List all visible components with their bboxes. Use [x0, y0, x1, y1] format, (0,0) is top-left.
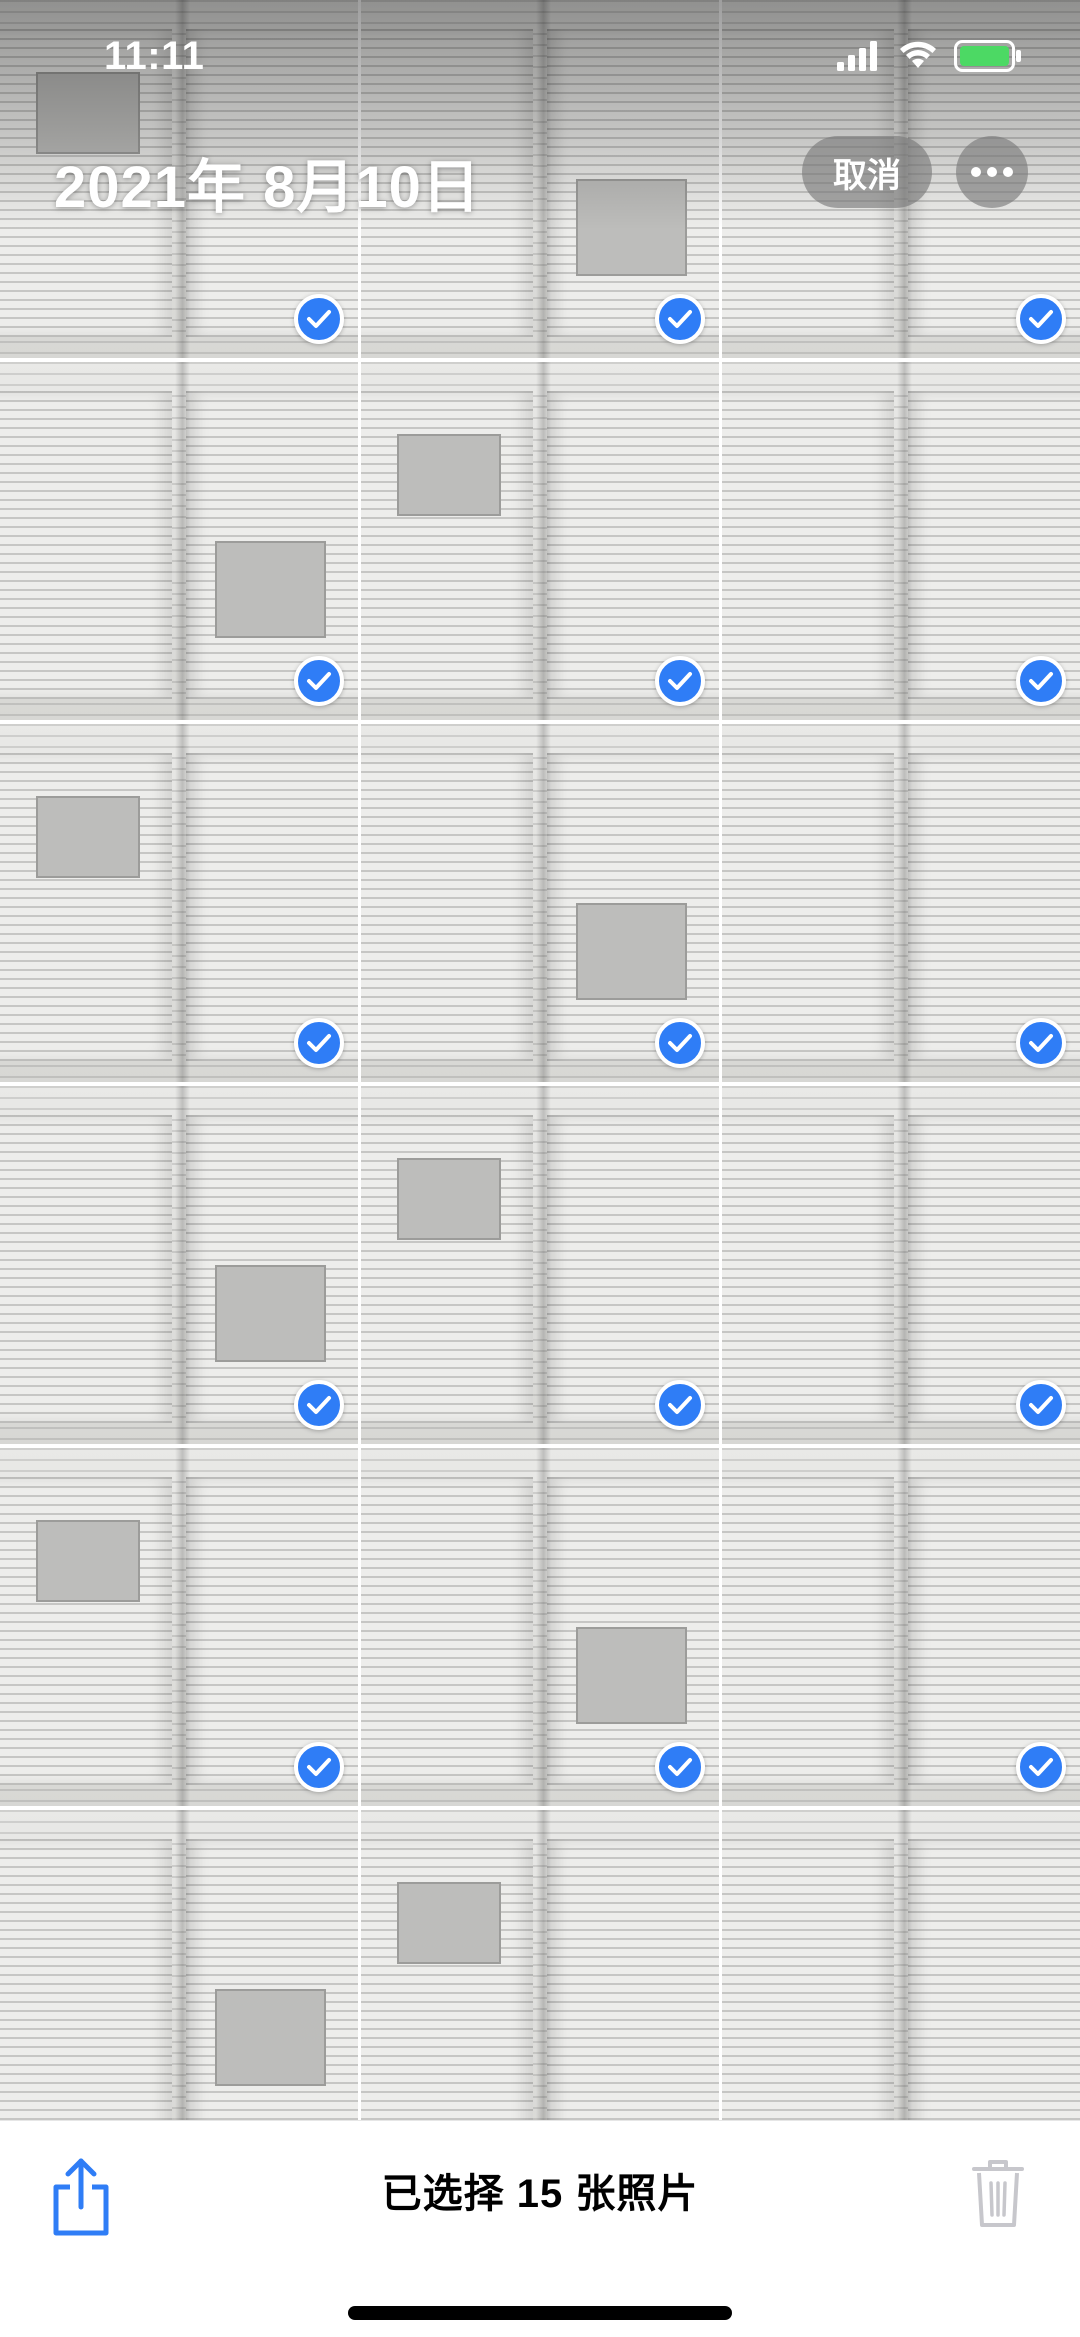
checkmark-icon: [655, 656, 705, 706]
photo-book-page-left: [722, 1838, 894, 2120]
photo-figure: [575, 179, 688, 277]
photo-thumbnail[interactable]: [722, 362, 1080, 720]
photo-book-page-right: [908, 1114, 1080, 1423]
photo-thumbnail[interactable]: [0, 1448, 358, 1806]
bottom-toolbar: 已选择 15 张照片: [0, 2120, 1080, 2337]
photo-book-page-right: [547, 1838, 719, 2120]
checkmark-icon: [1016, 1380, 1066, 1430]
battery-icon: [954, 40, 1021, 72]
photo-figure: [214, 1265, 327, 1363]
photo-book-spine: [175, 1448, 190, 1806]
photo-figure: [35, 1519, 141, 1603]
photo-thumbnail[interactable]: [722, 1448, 1080, 1806]
checkmark-icon: [294, 656, 344, 706]
photo-book-spine: [536, 1086, 551, 1444]
photo-thumbnail[interactable]: [722, 724, 1080, 1082]
photo-book-spine: [175, 1810, 190, 2120]
photo-book-page-left: [0, 1114, 172, 1423]
status-time: 11:11: [104, 34, 205, 78]
ellipsis-icon: [971, 167, 1013, 177]
photo-figure: [214, 1989, 327, 2087]
photo-book-spine: [897, 362, 912, 720]
photo-figure: [575, 903, 688, 1001]
photo-grid: [0, 0, 1080, 2120]
cancel-button[interactable]: 取消: [802, 136, 932, 208]
photo-figure: [396, 433, 502, 517]
photo-book-spine: [897, 724, 912, 1082]
trash-icon[interactable]: [970, 2157, 1026, 2229]
checkmark-icon: [1016, 656, 1066, 706]
photo-thumbnail[interactable]: [0, 362, 358, 720]
photo-book-spine: [175, 724, 190, 1082]
photo-figure: [35, 795, 141, 879]
checkmark-icon: [294, 294, 344, 344]
photo-book-page-right: [186, 1476, 358, 1785]
photos-app: 11:11 2021年 8月10日 取消 已选择 15 张照片: [0, 0, 1080, 2337]
photo-book-page-left: [0, 390, 172, 699]
photo-figure: [396, 1881, 502, 1965]
checkmark-icon: [1016, 1018, 1066, 1068]
photo-book-page-right: [908, 1476, 1080, 1785]
photo-book-page-left: [722, 1476, 894, 1785]
photo-thumbnail[interactable]: [722, 1086, 1080, 1444]
photo-book-page-right: [547, 1114, 719, 1423]
photo-book-page-right: [908, 752, 1080, 1061]
photo-thumbnail[interactable]: [0, 1810, 358, 2120]
checkmark-icon: [294, 1018, 344, 1068]
photo-book-page-left: [722, 752, 894, 1061]
share-icon[interactable]: [48, 2157, 114, 2237]
photo-book-spine: [175, 362, 190, 720]
photo-figure: [396, 1157, 502, 1241]
photo-book-spine: [175, 1086, 190, 1444]
photo-book-spine: [897, 1086, 912, 1444]
status-bar: 11:11: [0, 0, 1080, 110]
cellular-signal-icon: [837, 41, 877, 71]
checkmark-icon: [655, 1018, 705, 1068]
photo-book-page-right: [908, 1838, 1080, 2120]
photo-book-page-left: [0, 1838, 172, 2120]
checkmark-icon: [1016, 294, 1066, 344]
photo-book-spine: [536, 362, 551, 720]
photo-thumbnail[interactable]: [361, 1086, 719, 1444]
wifi-icon: [900, 41, 936, 68]
photo-thumbnail[interactable]: [361, 1810, 719, 2120]
photo-thumbnail[interactable]: [361, 724, 719, 1082]
photo-figure: [575, 1627, 688, 1725]
more-options-button[interactable]: [956, 136, 1028, 208]
checkmark-icon: [655, 1742, 705, 1792]
checkmark-icon: [655, 294, 705, 344]
photo-book-page-right: [547, 390, 719, 699]
photo-thumbnail[interactable]: [361, 1448, 719, 1806]
photo-thumbnail[interactable]: [0, 724, 358, 1082]
checkmark-icon: [294, 1380, 344, 1430]
page-title: 2021年 8月10日: [54, 155, 481, 220]
photo-thumbnail[interactable]: [361, 362, 719, 720]
photo-thumbnail[interactable]: [0, 1086, 358, 1444]
photo-book-spine: [536, 724, 551, 1082]
photo-book-page-left: [361, 752, 533, 1061]
photo-book-spine: [897, 1810, 912, 2120]
photo-book-spine: [536, 1448, 551, 1806]
checkmark-icon: [655, 1380, 705, 1430]
photo-book-page-right: [908, 390, 1080, 699]
photo-book-page-right: [186, 752, 358, 1061]
photo-book-spine: [897, 1448, 912, 1806]
selection-count: 已选择 15 张照片: [381, 2172, 699, 2216]
photo-thumbnail[interactable]: [722, 1810, 1080, 2120]
home-indicator: [348, 2306, 732, 2320]
checkmark-icon: [1016, 1742, 1066, 1792]
photo-figure: [214, 541, 327, 639]
photo-book-spine: [536, 1810, 551, 2120]
photo-book-page-left: [722, 390, 894, 699]
checkmark-icon: [294, 1742, 344, 1792]
photo-book-page-left: [722, 1114, 894, 1423]
photo-book-page-left: [361, 1476, 533, 1785]
